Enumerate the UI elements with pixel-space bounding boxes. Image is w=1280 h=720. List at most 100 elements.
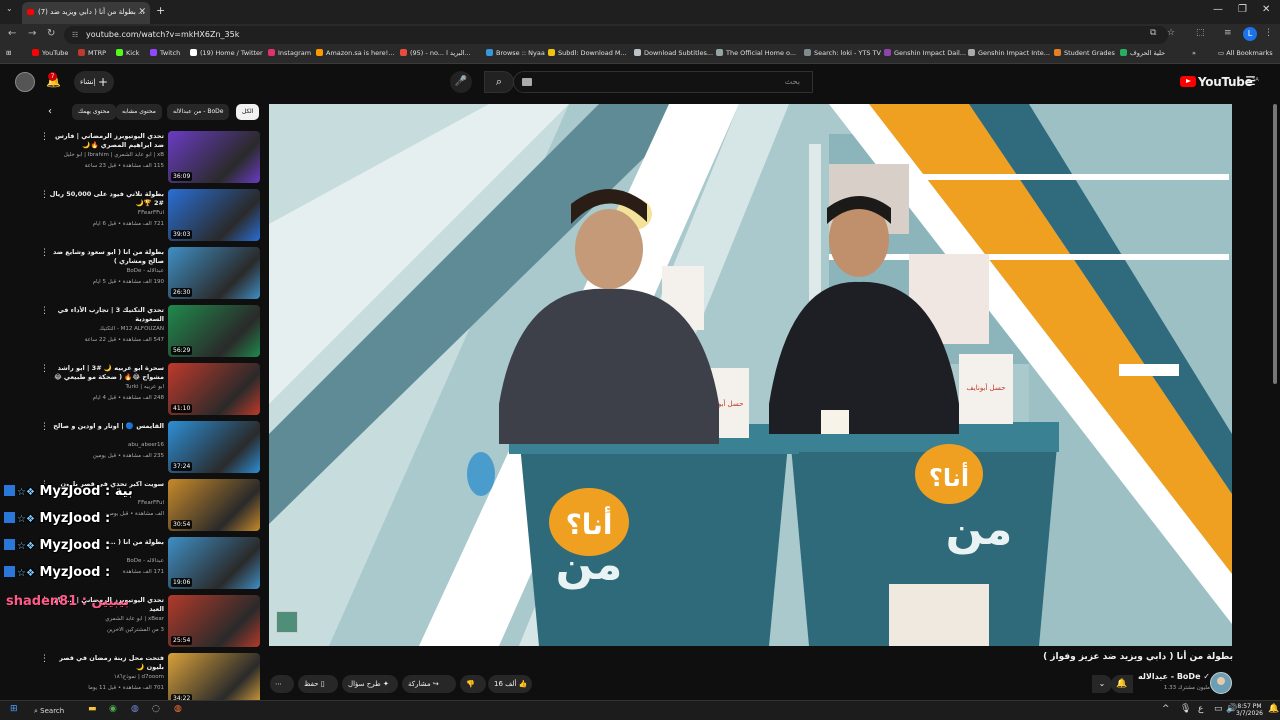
search-button[interactable]: ⌕: [484, 71, 514, 93]
bookmark-item[interactable]: حلية الحروف: [1120, 49, 1165, 57]
app-icon[interactable]: ◌: [152, 704, 160, 714]
bookmark-star-icon[interactable]: ☆: [1167, 28, 1175, 38]
chevron-left-icon[interactable]: ‹: [48, 106, 52, 117]
bookmark-item[interactable]: MTRP: [78, 49, 106, 57]
bookmark-item[interactable]: (19) Home / Twitter: [190, 49, 263, 57]
chip-all[interactable]: الكل: [236, 104, 260, 120]
dislike-button[interactable]: 👎: [460, 675, 486, 693]
browser-tab-active[interactable]: (7) بطولة من أنا ( دابي ويزيد ضد ... ✕: [22, 2, 150, 24]
window-close-icon[interactable]: ✕: [1262, 4, 1270, 15]
related-video-thumbnail[interactable]: 37:24: [168, 421, 260, 473]
extensions-icon[interactable]: ⬚: [1196, 28, 1205, 38]
bookmark-item[interactable]: Genshin Impact Dail...: [884, 49, 966, 57]
related-video-item[interactable]: ⋮ القايمس 🔵 | اوتار و اودين و صالح abu_abe…: [0, 418, 268, 474]
related-video-item[interactable]: ⋮ فتحت محل زينة رمضان في قصر بليون 🌙 d7ooo…: [0, 650, 268, 700]
windows-start-icon[interactable]: ⊞: [10, 704, 18, 714]
minimize-icon[interactable]: —: [1213, 4, 1223, 15]
notification-center-icon[interactable]: 🔔: [1268, 704, 1279, 714]
url-bar[interactable]: ☷ youtube.com/watch?v=mkHX6Zn_35k: [64, 26, 1168, 44]
share-button[interactable]: مشاركة ↪: [402, 675, 456, 693]
page-scrollbar[interactable]: [1273, 104, 1277, 384]
bookmark-favicon-icon: [190, 49, 197, 56]
voice-search-icon[interactable]: 🎤: [450, 71, 472, 93]
like-button[interactable]: 16 ألف 👍: [488, 675, 532, 693]
channel-name[interactable]: عبدالاله - BoDe ✓: [1138, 672, 1210, 681]
system-clock[interactable]: 8:57 PM 3/7/2026: [1236, 703, 1263, 717]
bookmark-item[interactable]: Amazon.sa is here!...: [316, 49, 394, 57]
more-actions-button[interactable]: ⋯: [270, 675, 294, 693]
discord-icon[interactable]: ◍: [131, 704, 139, 714]
related-video-thumbnail[interactable]: 36:09: [168, 131, 260, 183]
related-video-item[interactable]: ⋮ بطولة تلاتي فيود على 50,000 ريال #2 🏆🌙 F…: [0, 186, 268, 242]
channel-avatar[interactable]: [1210, 672, 1232, 694]
badge-icon: [4, 485, 15, 496]
bookmark-item[interactable]: Student Grades: [1054, 49, 1115, 57]
media-icon[interactable]: ≡: [1224, 28, 1232, 38]
site-info-icon[interactable]: ☷: [72, 26, 78, 44]
subscription-dropdown[interactable]: ⌄: [1092, 675, 1112, 693]
chrome-menu-icon[interactable]: ⋮: [1264, 28, 1273, 38]
chrome-icon[interactable]: ◉: [109, 704, 117, 714]
related-video-item[interactable]: ⋮ بطولة من انا ( ابو سعود وشايع ضد صالح و…: [0, 244, 268, 300]
file-explorer-icon[interactable]: ▬: [88, 704, 97, 714]
bookmark-item[interactable]: Download Subtitles...: [634, 49, 713, 57]
taskbar-search[interactable]: ⌕ Search: [34, 703, 74, 719]
network-icon[interactable]: ▭: [1214, 704, 1223, 714]
account-avatar[interactable]: [15, 72, 35, 92]
save-button[interactable]: حفظ ▯: [298, 675, 338, 693]
new-tab-button[interactable]: +: [156, 4, 165, 17]
related-video-thumbnail[interactable]: 19:06: [168, 537, 260, 589]
related-video-thumbnail[interactable]: 41:10: [168, 363, 260, 415]
related-video-item[interactable]: ⋮ سحرة ابو عربيه 🌙 #3 | ابو راشد مشواح 😂🔥…: [0, 360, 268, 416]
related-video-item[interactable]: ⋮ تحدي التكتيك 3 | تجارب الأداء في السعود…: [0, 302, 268, 358]
ask-button[interactable]: طرح سؤال ✦: [342, 675, 398, 693]
related-video-item[interactable]: ⋮ تحدي اليوتيوبرز الرمضاني | فارس ضد ابرا…: [0, 128, 268, 184]
subscribed-bell-button[interactable]: 🔔: [1111, 675, 1133, 693]
bookmark-item[interactable]: The Official Home o...: [716, 49, 796, 57]
reload-icon[interactable]: ↻: [47, 28, 55, 39]
tray-chevron-icon[interactable]: ^: [1162, 704, 1170, 714]
all-bookmarks-link[interactable]: ▭ All Bookmarks: [1218, 49, 1273, 57]
back-icon[interactable]: ←: [8, 28, 16, 39]
bookmark-item[interactable]: Instagram: [268, 49, 311, 57]
forward-icon[interactable]: →: [28, 28, 36, 39]
bookmark-item[interactable]: Browse :: Nyaa: [486, 49, 545, 57]
mic-tray-icon[interactable]: 🎙: [1180, 704, 1191, 714]
search-input[interactable]: بحث: [513, 71, 813, 93]
install-icon[interactable]: ⧉: [1150, 28, 1156, 38]
firefox-icon[interactable]: ◍: [174, 704, 182, 714]
related-video-thumbnail[interactable]: 34:22: [168, 653, 260, 700]
related-video-thumbnail[interactable]: 30:54: [168, 479, 260, 531]
more-bookmarks-icon[interactable]: »: [1192, 49, 1196, 57]
bookmark-item[interactable]: Search: loki - YTS TV: [804, 49, 881, 57]
profile-avatar[interactable]: L: [1243, 27, 1257, 41]
bookmark-item[interactable]: Subdl: Download M...: [548, 49, 627, 57]
chip-recommended[interactable]: محتوى يهمك: [72, 104, 116, 120]
chip-from-channel[interactable]: من عبدالاله - BoDe: [167, 104, 230, 120]
related-video-channel: FFearFFul: [137, 210, 164, 216]
video-player[interactable]: أنا؟ من أنا؟ من حسل أبونايف حسل أبونايف: [269, 104, 1232, 646]
keyboard-icon[interactable]: [522, 78, 532, 86]
bookmark-item[interactable]: Genshin Impact Inte...: [968, 49, 1050, 57]
language-indicator[interactable]: ع: [1198, 704, 1203, 714]
restore-icon[interactable]: ❐: [1238, 4, 1247, 15]
related-video-meta: 721 ألف مشاهدة • قبل 6 أيام: [92, 221, 164, 227]
guide-menu-icon[interactable]: ☰: [1245, 74, 1256, 88]
related-video-thumbnail[interactable]: 25:54: [168, 595, 260, 647]
bookmark-item[interactable]: (95) - no... البريد ا...: [400, 49, 471, 57]
create-button[interactable]: إنشاء +: [74, 71, 114, 93]
apps-grid-icon[interactable]: ⊞: [6, 49, 11, 57]
bookmark-item[interactable]: Kick: [116, 49, 139, 57]
chip-similar[interactable]: محتوى مشابه: [116, 104, 162, 120]
bookmark-favicon-icon: [804, 49, 811, 56]
related-video-thumbnail[interactable]: 26:30: [168, 247, 260, 299]
more-horiz-icon: ⋯: [275, 680, 282, 688]
tab-search-icon[interactable]: ⌄: [6, 4, 13, 13]
channel-watermark[interactable]: [276, 611, 298, 633]
related-video-thumbnail[interactable]: 39:03: [168, 189, 260, 241]
bookmark-label: حلية الحروف: [1130, 49, 1166, 57]
related-video-thumbnail[interactable]: 56:29: [168, 305, 260, 357]
tab-close-icon[interactable]: ✕: [138, 2, 146, 22]
bookmark-item[interactable]: YouTube: [32, 49, 68, 57]
bookmark-item[interactable]: Twitch: [150, 49, 180, 57]
